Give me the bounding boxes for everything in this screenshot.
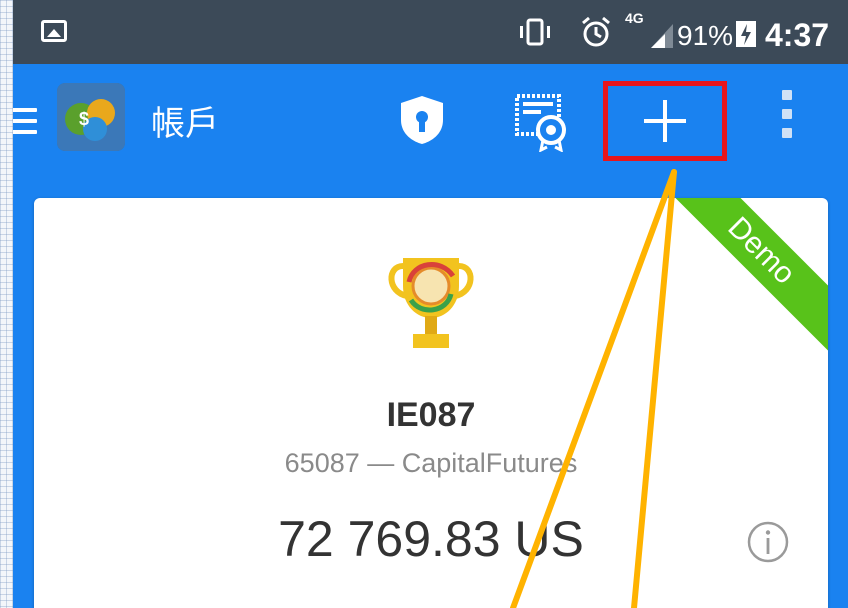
- phone-screen: 4G 91% 4:37 $ 帳戶 Demo IE087 65087 — Capi…: [13, 0, 848, 608]
- image-icon: [41, 20, 67, 42]
- certificate-icon[interactable]: [513, 92, 571, 152]
- page-title: 帳戶: [151, 104, 219, 144]
- add-icon: [644, 100, 686, 142]
- app-bar: $ 帳戶: [13, 64, 848, 174]
- account-name: IE087: [386, 396, 476, 434]
- battery-percent: 91%: [677, 20, 734, 51]
- alarm-icon: [582, 16, 610, 47]
- info-icon[interactable]: [746, 520, 790, 564]
- status-bar: 4G 91% 4:37: [13, 0, 848, 64]
- battery-charging-icon: [736, 21, 756, 47]
- clock: 4:37: [765, 17, 830, 53]
- vibrate-icon: [520, 18, 550, 46]
- menu-icon[interactable]: [13, 108, 37, 136]
- signal-icon: [651, 24, 673, 48]
- shield-lock-icon[interactable]: [397, 94, 447, 146]
- account-card[interactable]: Demo IE087 65087 — CapitalFutures 72 769…: [34, 198, 828, 608]
- demo-badge: Demo: [656, 198, 828, 356]
- account-balance: 72 769.83 US: [278, 511, 584, 567]
- account-server: 65087 — CapitalFutures: [284, 448, 578, 478]
- app-logo-icon: $: [57, 83, 125, 151]
- more-vertical-icon[interactable]: [777, 90, 797, 148]
- trophy-icon: [388, 258, 474, 348]
- network-type: 4G: [625, 10, 644, 26]
- add-account-button[interactable]: [603, 81, 727, 161]
- svg-text:$: $: [79, 109, 89, 129]
